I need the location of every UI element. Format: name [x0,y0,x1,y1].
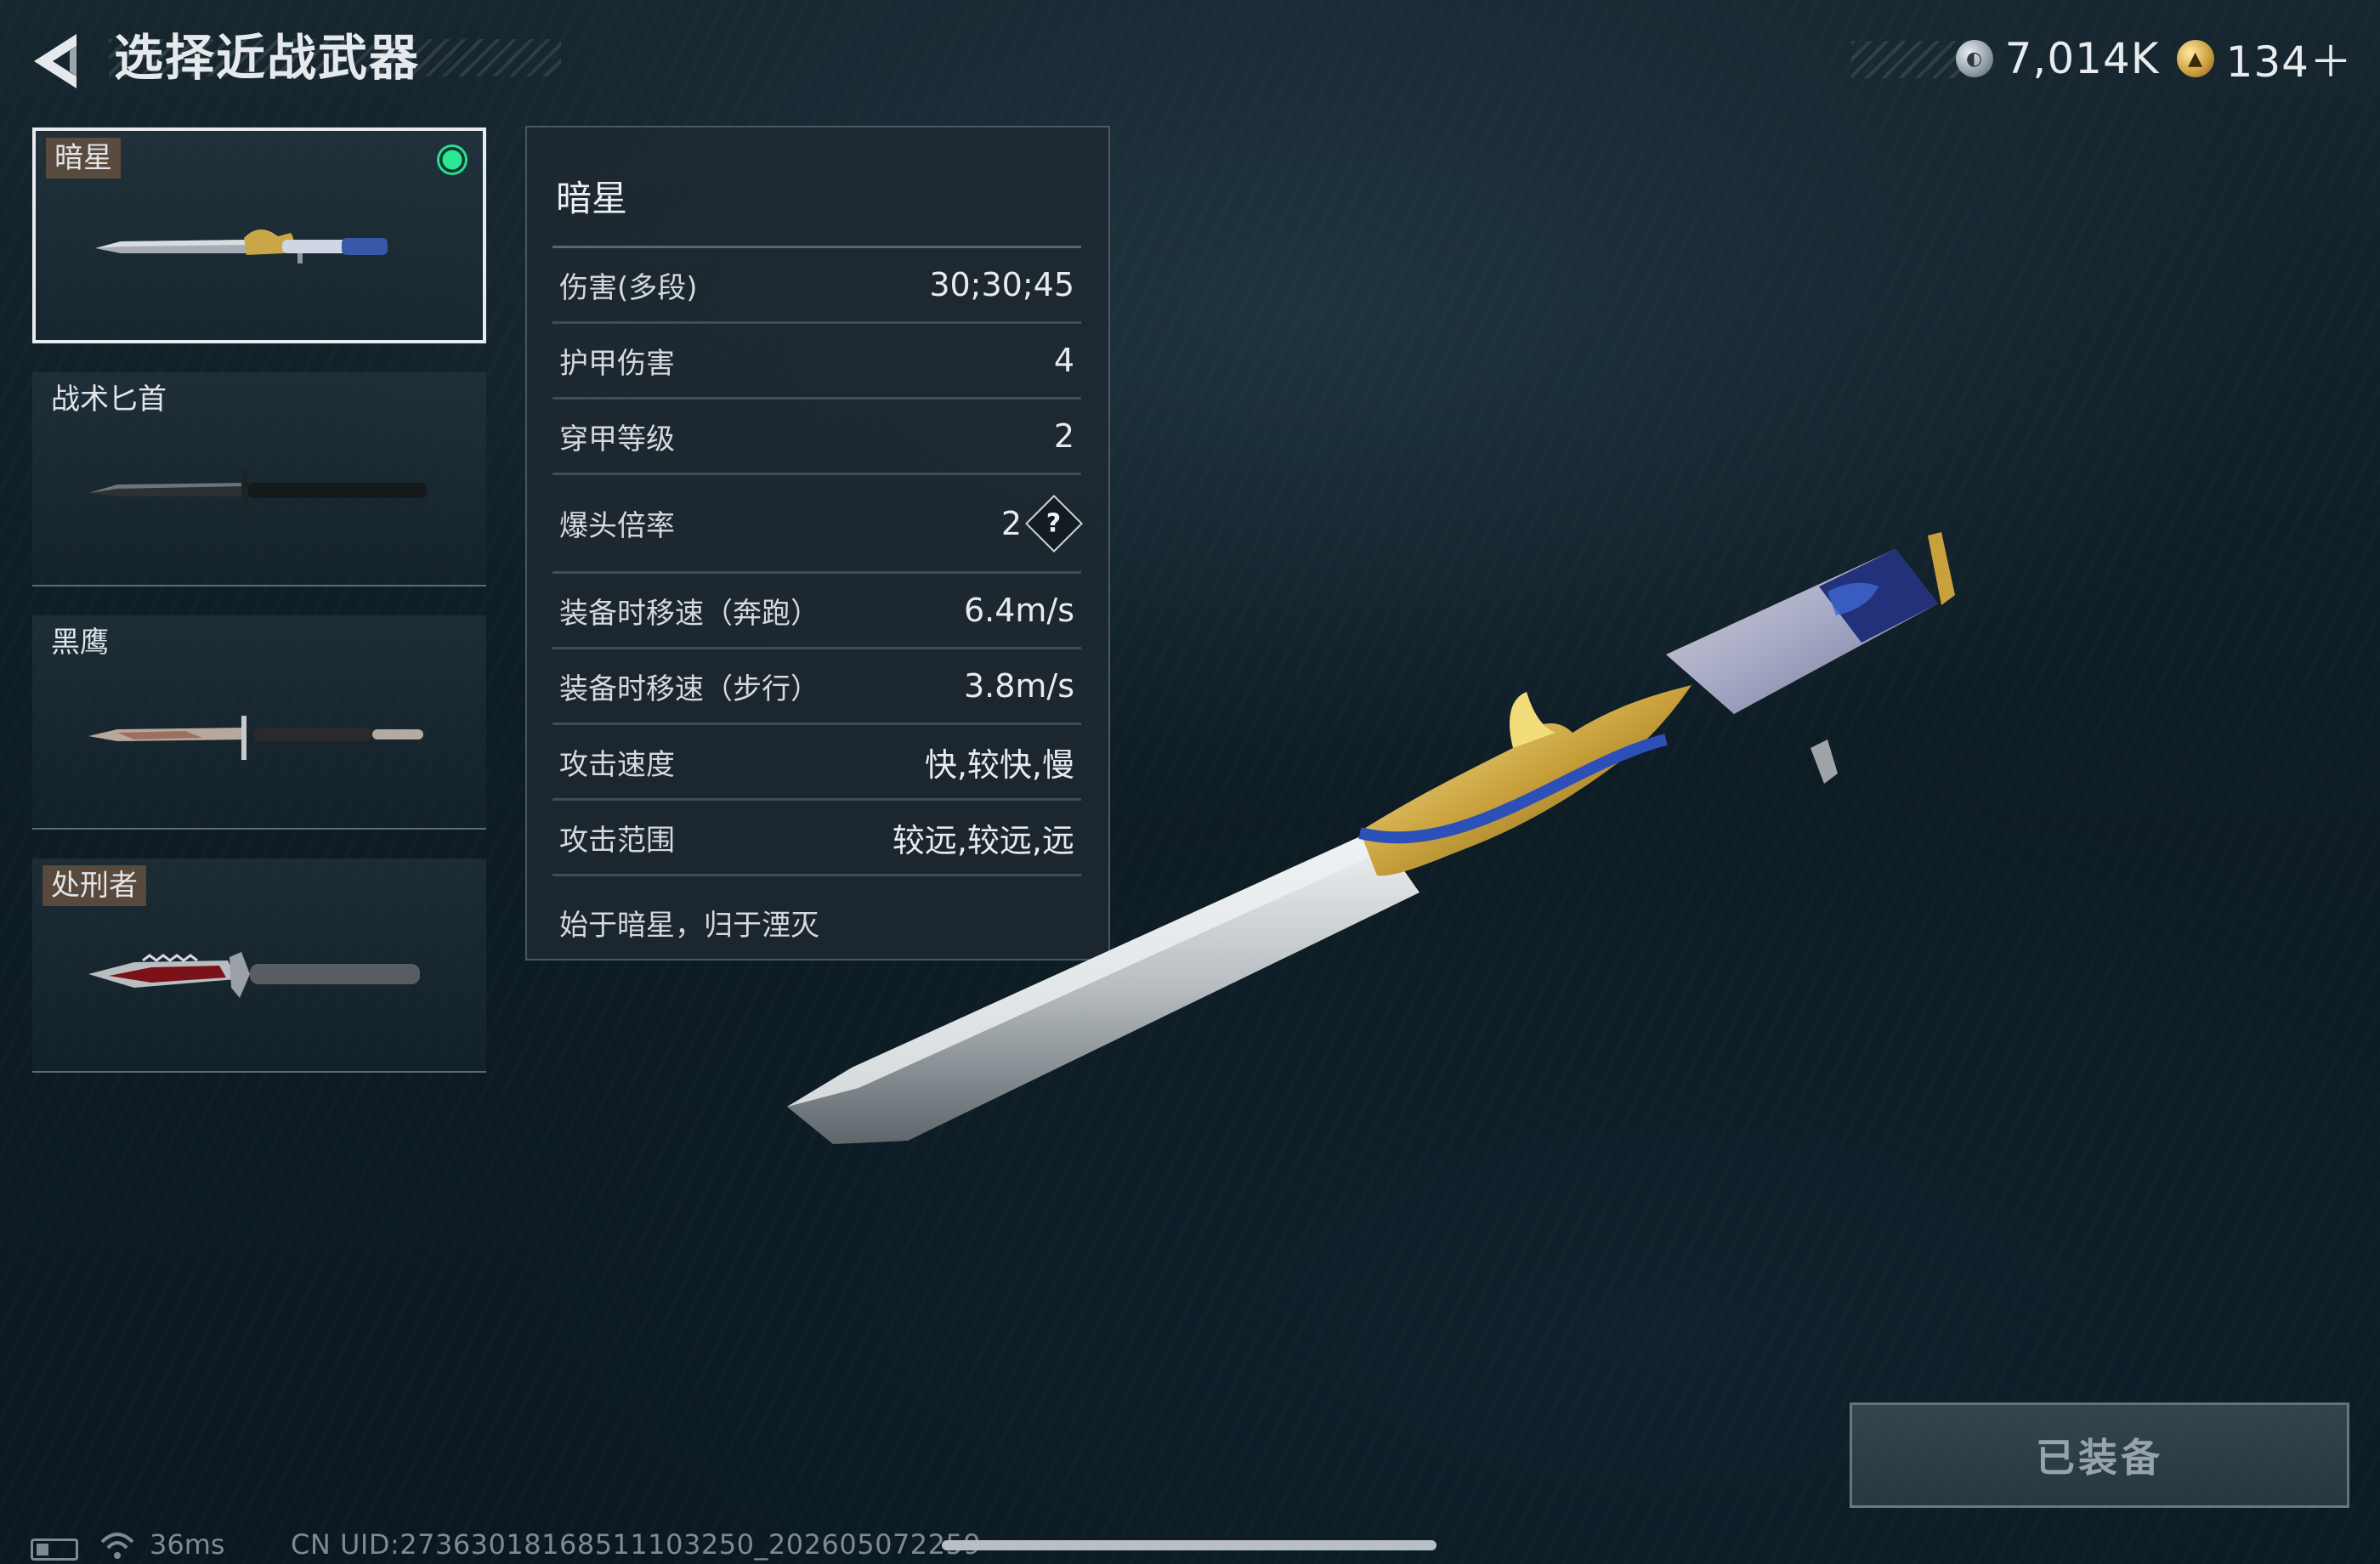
page-title: 选择近战武器 [114,29,421,87]
gold-amount: 134＋ [2225,37,2353,87]
equipped-button-label: 已装备 [2036,1435,2163,1481]
weapon-card-label: 暗星 [46,138,121,178]
stat-row-armor-damage: 护甲伤害 4 [552,324,1081,400]
back-button[interactable] [26,27,85,95]
status-footer: 36ms CN UID:2736301816851110325​0_202605… [31,1513,1476,1564]
weapon-card-tactical-dagger[interactable]: 战术匕首 [32,372,486,586]
gold-coin-icon: ▲ [2176,40,2214,77]
silver-amount: 7,014K [2004,34,2160,83]
battery-icon [31,1538,78,1561]
stat-value: 30;30;45 [929,266,1074,303]
weapon-card-label: 黑鹰 [51,626,109,660]
currency-bar: ◐ 7,014K ▲ 134＋ [1851,32,2353,87]
currency-hatch-decoration [1851,41,1962,78]
executioner-knife-thumbnail [88,952,420,998]
stat-label: 攻击范围 [559,823,675,858]
stat-value: 2 [1053,417,1074,455]
stat-label: 伤害(多段) [559,270,698,305]
stat-value: 4 [1053,342,1074,379]
equipped-button[interactable]: 已装备 [1850,1402,2349,1508]
currency-gold[interactable]: ▲ 134＋ [2176,28,2353,89]
stat-row-penetration-level: 穿甲等级 2 [552,400,1081,475]
home-indicator-bar[interactable] [942,1540,1436,1550]
stat-label: 穿甲等级 [559,422,675,456]
silver-coin-icon: ◐ [1955,40,1993,77]
stat-label: 攻击速度 [559,747,675,782]
wifi-icon [100,1533,134,1559]
stat-label: 爆头倍率 [559,509,675,543]
black-hawk-knife-thumbnail [88,716,423,760]
latency-text: 36ms [150,1528,225,1561]
currency-silver[interactable]: ◐ 7,014K [1955,34,2160,83]
dark-star-knife-thumbnail [95,229,388,264]
stat-label: 护甲伤害 [559,346,675,381]
weapon-card-label: 处刑者 [42,865,146,906]
weapon-card-dark-star[interactable]: 暗星 [32,128,486,343]
weapon-card-label: 战术匕首 [51,382,167,416]
tactical-dagger-thumbnail [88,469,427,518]
title-bar: 选择近战武器 [109,26,561,94]
weapon-card-executioner[interactable]: 处刑者 [32,858,486,1073]
stats-weapon-name: 暗星 [556,178,628,219]
dark-star-knife-render[interactable] [765,493,2125,1156]
stat-row-damage: 伤害(多段) 30;30;45 [552,248,1081,324]
weapon-card-black-hawk[interactable]: 黑鹰 [32,615,486,830]
equipped-indicator-icon [437,144,468,175]
back-arrow-icon [34,34,76,88]
uid-text: CN UID:2736301816851110325​0_20260507225… [291,1528,982,1561]
